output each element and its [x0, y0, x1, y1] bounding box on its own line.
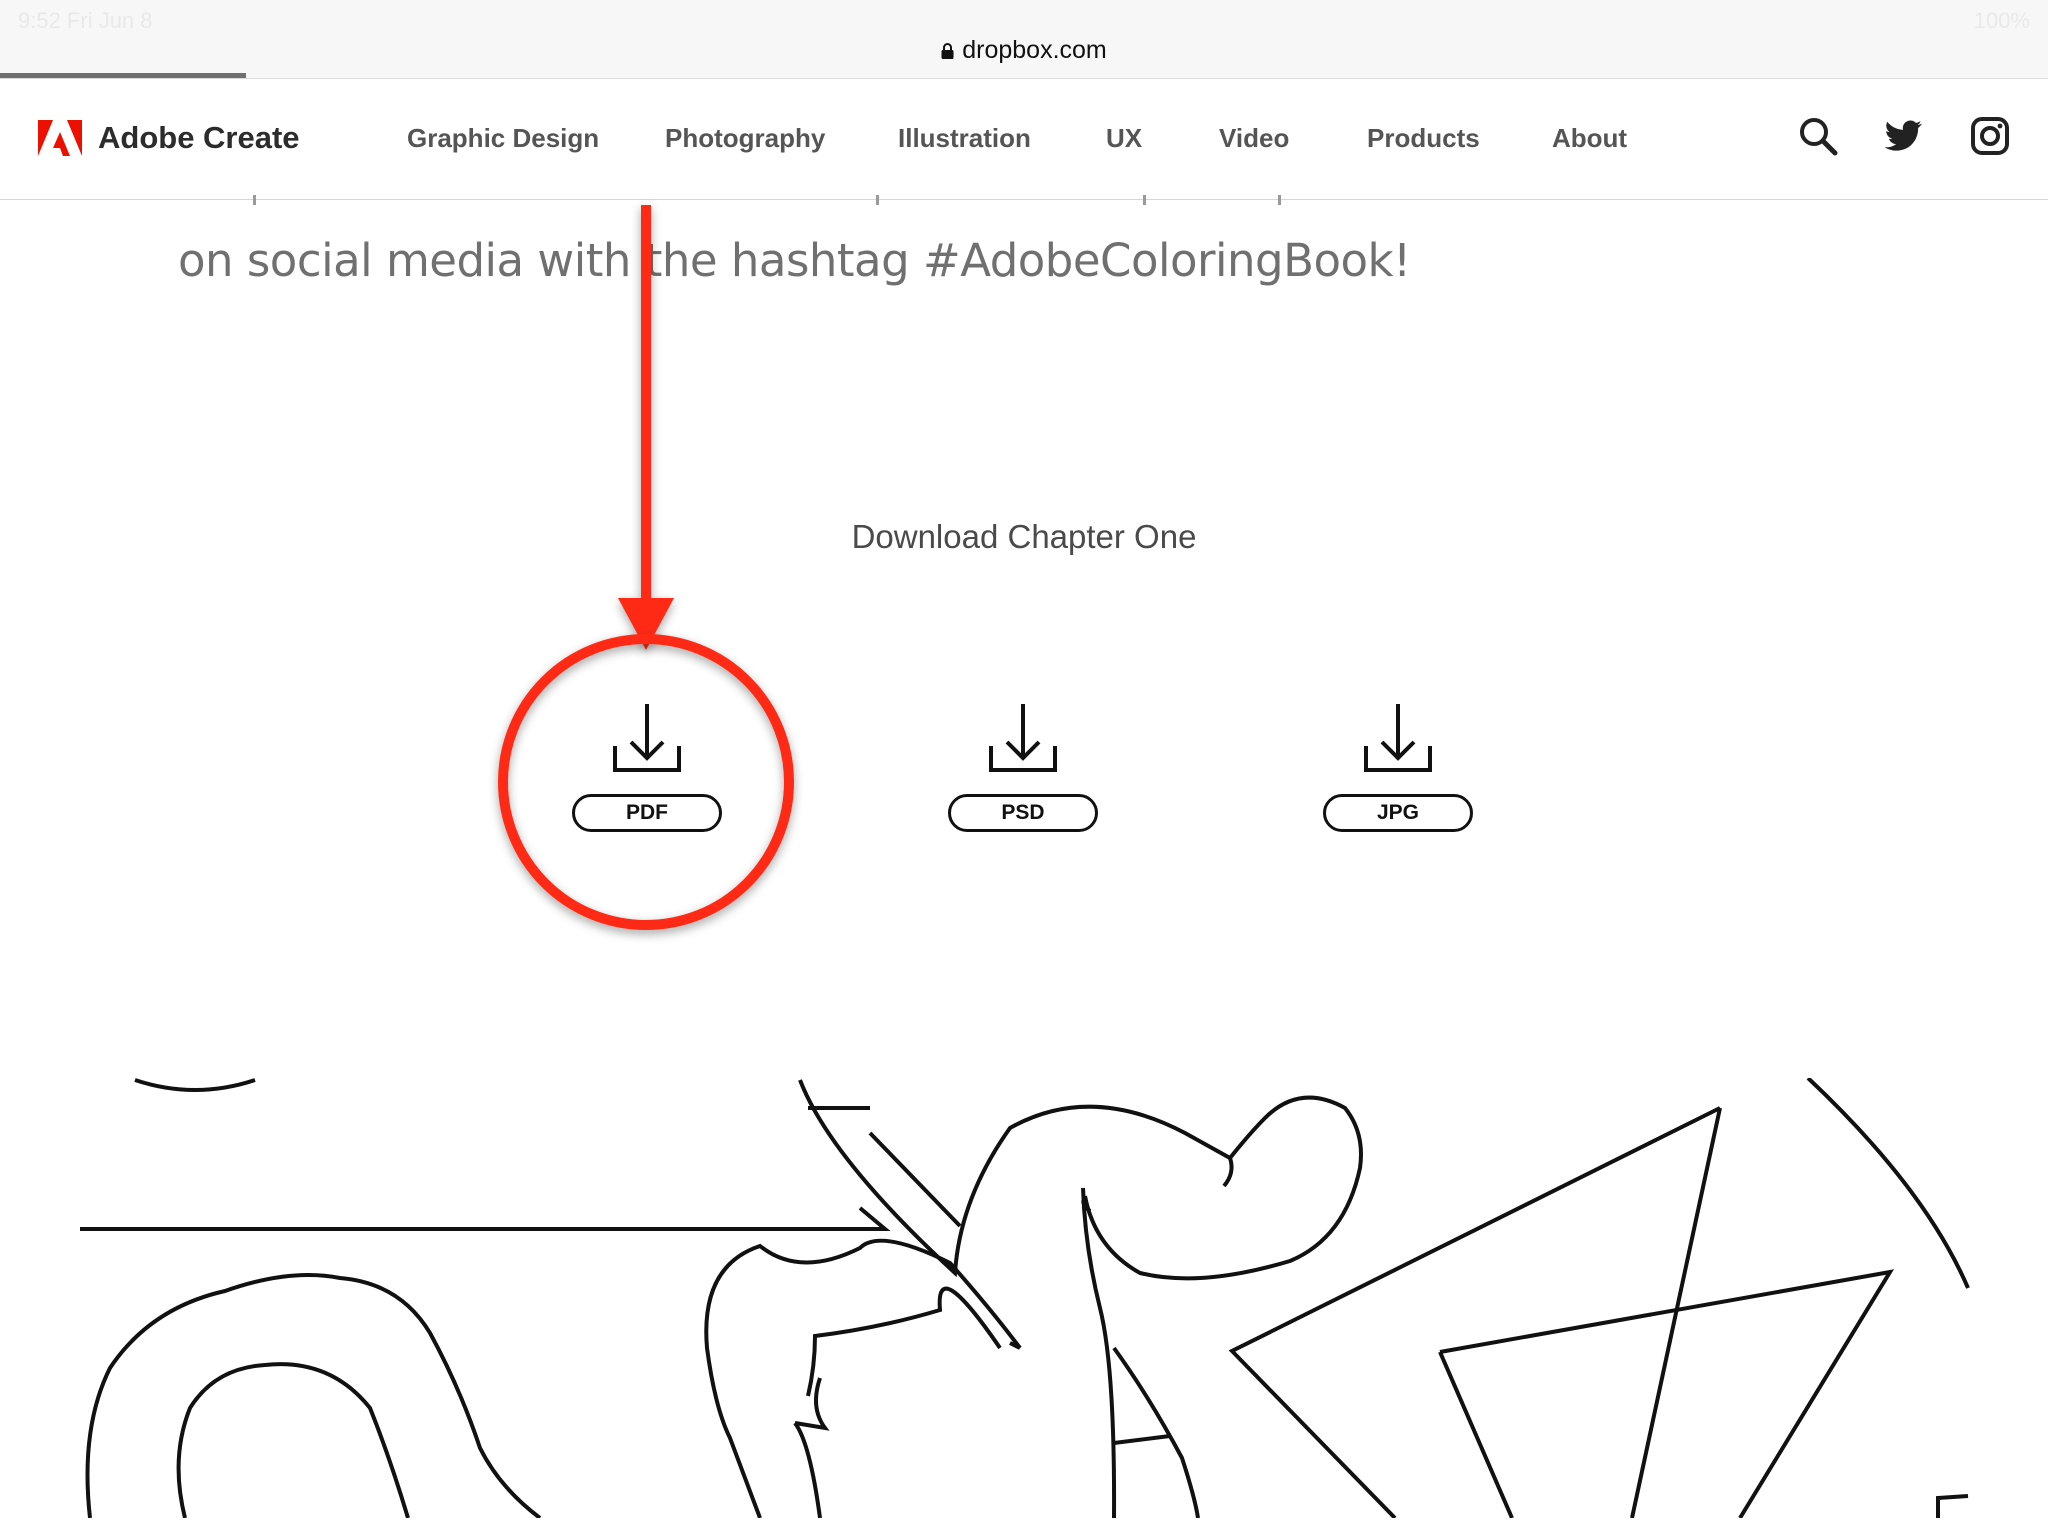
nav-link-video[interactable]: Video: [1219, 123, 1289, 154]
lock-icon: [941, 43, 954, 59]
twitter-icon[interactable]: [1883, 115, 1925, 157]
url-text: dropbox.com: [962, 36, 1107, 64]
download-section-title: Download Chapter One: [851, 518, 1197, 555]
nav-link-products[interactable]: Products: [1367, 123, 1480, 154]
download-jpg[interactable]: JPG: [1318, 700, 1478, 840]
nav-link-illustration[interactable]: Illustration: [898, 123, 1031, 154]
coloring-book-artwork: [80, 1078, 1970, 1518]
site-header: Adobe Create Graphic Design Photography …: [0, 79, 2048, 200]
status-battery: 100%: [1973, 8, 2030, 33]
download-pdf-button[interactable]: PDF: [572, 794, 722, 832]
download-jpg-button[interactable]: JPG: [1323, 794, 1473, 832]
social-hashtag-text: on social media with the hashtag #AdobeC…: [178, 234, 1411, 287]
nav-link-graphic-design[interactable]: Graphic Design: [407, 123, 599, 154]
url-display[interactable]: dropbox.com: [0, 36, 2048, 65]
search-icon[interactable]: [1797, 115, 1839, 157]
nav-link-photography[interactable]: Photography: [665, 123, 825, 154]
download-icon: [989, 704, 1057, 772]
download-psd-button[interactable]: PSD: [948, 794, 1098, 832]
nav-link-about[interactable]: About: [1552, 123, 1627, 154]
download-icon: [613, 704, 681, 772]
download-pdf[interactable]: PDF: [567, 700, 727, 840]
nav-link-ux[interactable]: UX: [1106, 123, 1142, 154]
status-time: 9:52 Fri Jun 8: [18, 8, 153, 33]
instagram-icon[interactable]: [1969, 115, 2011, 157]
page-load-progress: [0, 73, 246, 78]
cut-off-text-line: [253, 195, 1281, 205]
download-psd[interactable]: PSD: [943, 700, 1103, 840]
download-icon: [1364, 704, 1432, 772]
browser-address-bar[interactable]: 9:52 Fri Jun 8 100% dropbox.com: [0, 0, 2048, 79]
